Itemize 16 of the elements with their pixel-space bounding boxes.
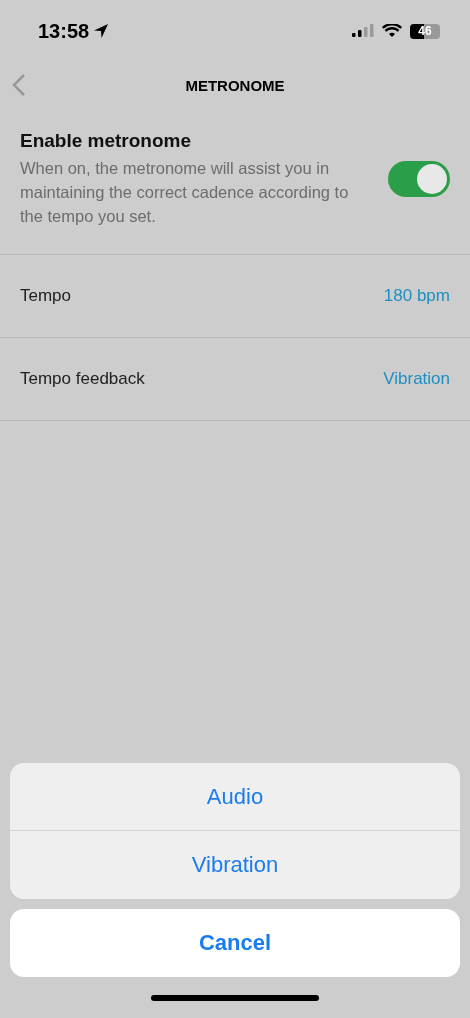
setting-value[interactable]: 180 bpm bbox=[383, 286, 450, 306]
cancel-button[interactable]: Cancel bbox=[10, 909, 460, 977]
signal-icon bbox=[352, 24, 374, 38]
screen-title: METRONOME bbox=[185, 76, 285, 94]
setting-value[interactable]: Vibration bbox=[383, 369, 450, 389]
setting-label[interactable]: Tempo bbox=[20, 286, 72, 306]
sheet-option[interactable]: Vibration bbox=[10, 831, 460, 899]
status-time: 13:58 bbox=[38, 19, 90, 43]
wifi-icon bbox=[382, 24, 402, 38]
setting-label[interactable]: Tempo feedback bbox=[20, 369, 145, 389]
setting-description: When on, the metronome will assist you in maintaining the correct cadence according to the tempo you set. bbox=[20, 158, 350, 227]
location-arrow-icon bbox=[93, 23, 110, 39]
sheet-option[interactable]: Audio bbox=[10, 763, 460, 831]
back-chevron-icon[interactable] bbox=[12, 73, 26, 97]
setting-title: Enable metronome bbox=[20, 130, 193, 152]
toggle-switch[interactable] bbox=[388, 161, 450, 197]
